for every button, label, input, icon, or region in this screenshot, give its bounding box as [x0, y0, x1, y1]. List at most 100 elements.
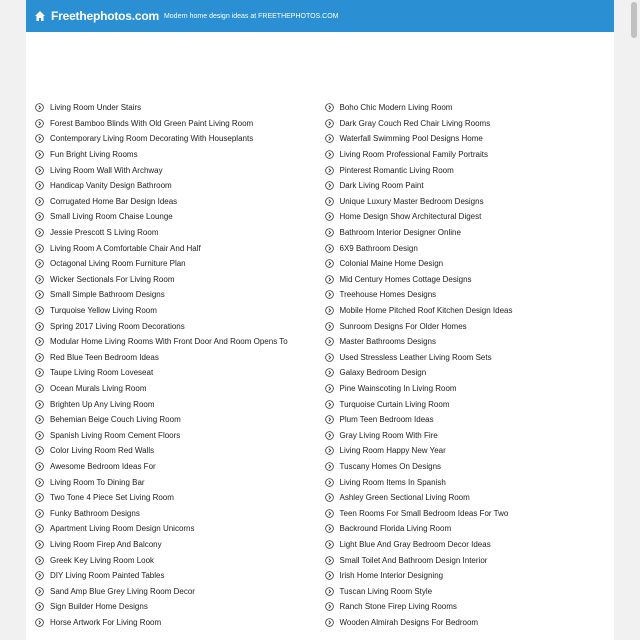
link-label[interactable]: Apartment Living Room Design Unicorns [50, 524, 195, 533]
link-label[interactable]: Corrugated Home Bar Design Ideas [50, 197, 177, 206]
link-item[interactable]: Dark Gray Couch Red Chair Living Rooms [324, 116, 615, 132]
link-label[interactable]: Pinterest Romantic Living Room [340, 166, 454, 175]
link-item[interactable]: Ranch Stone Firep Living Rooms [324, 599, 615, 615]
link-item[interactable]: Awesome Bedroom Ideas For [35, 459, 325, 475]
link-item[interactable]: Wicker Sectionals For Living Room [35, 272, 325, 288]
link-label[interactable]: Master Bathrooms Designs [340, 337, 436, 346]
link-label[interactable]: Handicap Vanity Design Bathroom [50, 181, 172, 190]
link-label[interactable]: Mid Century Homes Cottage Designs [340, 275, 472, 284]
link-label[interactable]: Ashley Green Sectional Living Room [340, 493, 470, 502]
link-label[interactable]: Sand Amp Blue Grey Living Room Decor [50, 587, 195, 596]
link-label[interactable]: Small Toilet And Bathroom Design Interio… [340, 556, 488, 565]
link-label[interactable]: Awesome Bedroom Ideas For [50, 462, 156, 471]
link-item[interactable]: Home Design Show Architectural Digest [324, 209, 615, 225]
link-item[interactable]: Mobile Home Pitched Roof Kitchen Design … [324, 303, 615, 319]
link-label[interactable]: Funky Bathroom Designs [50, 509, 140, 518]
link-item[interactable]: Living Room Firep And Balcony [35, 537, 325, 553]
link-label[interactable]: Fun Bright Living Rooms [50, 150, 138, 159]
link-item[interactable]: Ocean Murals Living Room [35, 381, 325, 397]
link-item[interactable]: Backround Florida Living Room [324, 521, 615, 537]
link-item[interactable]: Living Room Under Stairs [35, 100, 325, 116]
link-item[interactable]: Colonial Maine Home Design [324, 256, 615, 272]
link-label[interactable]: Color Living Room Red Walls [50, 446, 154, 455]
link-item[interactable]: Tuscany Homes On Designs [324, 459, 615, 475]
link-label[interactable]: Jessie Prescott S Living Room [50, 228, 159, 237]
link-item[interactable]: Living Room To Dining Bar [35, 474, 325, 490]
link-label[interactable]: Boho Chic Modern Living Room [340, 103, 453, 112]
link-label[interactable]: Sign Builder Home Designs [50, 602, 148, 611]
link-item[interactable]: Living Room Items In Spanish [324, 474, 615, 490]
link-item[interactable]: Small Simple Bathroom Designs [35, 287, 325, 303]
link-item[interactable]: Fun Bright Living Rooms [35, 147, 325, 163]
link-label[interactable]: Gray Living Room With Fire [340, 431, 438, 440]
link-label[interactable]: Treehouse Homes Designs [340, 290, 437, 299]
link-item[interactable]: Apartment Living Room Design Unicorns [35, 521, 325, 537]
link-label[interactable]: Greek Key Living Room Look [50, 556, 154, 565]
link-label[interactable]: Horse Artwork For Living Room [50, 618, 161, 627]
link-item[interactable]: Pine Wainscoting In Living Room [324, 381, 615, 397]
link-item[interactable]: Turquoise Yellow Living Room [35, 303, 325, 319]
link-item[interactable]: Two Tone 4 Piece Set Living Room [35, 490, 325, 506]
link-item[interactable]: DIY Living Room Painted Tables [35, 568, 325, 584]
link-item[interactable]: Turquoise Curtain Living Room [324, 396, 615, 412]
link-label[interactable]: Backround Florida Living Room [340, 524, 452, 533]
link-label[interactable]: Living Room Professional Family Portrait… [340, 150, 489, 159]
link-label[interactable]: Ocean Murals Living Room [50, 384, 146, 393]
link-label[interactable]: Brighten Up Any Living Room [50, 400, 155, 409]
link-item[interactable]: Color Living Room Red Walls [35, 443, 325, 459]
link-label[interactable]: Living Room A Comfortable Chair And Half [50, 244, 201, 253]
link-item[interactable]: Tuscan Living Room Style [324, 583, 615, 599]
link-item[interactable]: Living Room Happy New Year [324, 443, 615, 459]
link-item[interactable]: Red Blue Teen Bedroom Ideas [35, 350, 325, 366]
link-label[interactable]: Sunroom Designs For Older Homes [340, 322, 467, 331]
link-label[interactable]: Ranch Stone Firep Living Rooms [340, 602, 457, 611]
link-item[interactable]: Forest Bamboo Blinds With Old Green Pain… [35, 116, 325, 132]
link-label[interactable]: Small Simple Bathroom Designs [50, 290, 165, 299]
link-item[interactable]: Light Blue And Gray Bedroom Decor Ideas [324, 537, 615, 553]
link-label[interactable]: Unique Luxury Master Bedroom Designs [340, 197, 484, 206]
link-item[interactable]: Used Stressless Leather Living Room Sets [324, 350, 615, 366]
link-label[interactable]: Used Stressless Leather Living Room Sets [340, 353, 492, 362]
link-label[interactable]: Dark Living Room Paint [340, 181, 424, 190]
link-item[interactable]: Octagonal Living Room Furniture Plan [35, 256, 325, 272]
link-item[interactable]: Living Room A Comfortable Chair And Half [35, 240, 325, 256]
link-item[interactable]: Bathroom Interior Designer Online [324, 225, 615, 241]
link-item[interactable]: Mid Century Homes Cottage Designs [324, 272, 615, 288]
link-item[interactable]: Unique Luxury Master Bedroom Designs [324, 194, 615, 210]
link-item[interactable]: Teen Rooms For Small Bedroom Ideas For T… [324, 505, 615, 521]
link-label[interactable]: Living Room Items In Spanish [340, 478, 446, 487]
link-label[interactable]: Living Room Wall With Archway [50, 166, 163, 175]
link-item[interactable]: Master Bathrooms Designs [324, 334, 615, 350]
link-label[interactable]: Home Design Show Architectural Digest [340, 212, 482, 221]
link-item[interactable]: Treehouse Homes Designs [324, 287, 615, 303]
link-label[interactable]: Bathroom Interior Designer Online [340, 228, 461, 237]
link-item[interactable]: Wooden Almirah Designs For Bedroom [324, 615, 615, 631]
scrollbar[interactable] [628, 0, 640, 640]
link-label[interactable]: Wooden Almirah Designs For Bedroom [340, 618, 479, 627]
link-label[interactable]: Contemporary Living Room Decorating With… [50, 134, 253, 143]
link-item[interactable]: Gray Living Room With Fire [324, 427, 615, 443]
link-item[interactable]: Contemporary Living Room Decorating With… [35, 131, 325, 147]
link-item[interactable]: Ashley Green Sectional Living Room [324, 490, 615, 506]
site-name-link[interactable]: Freethephotos.com [51, 9, 159, 23]
link-label[interactable]: Pine Wainscoting In Living Room [340, 384, 457, 393]
link-item[interactable]: Living Room Wall With Archway [35, 162, 325, 178]
link-item[interactable]: Handicap Vanity Design Bathroom [35, 178, 325, 194]
link-label[interactable]: Living Room Under Stairs [50, 103, 141, 112]
link-item[interactable]: Galaxy Bedroom Design [324, 365, 615, 381]
link-item[interactable]: Taupe Living Room Loveseat [35, 365, 325, 381]
link-item[interactable]: Modular Home Living Rooms With Front Doo… [35, 334, 325, 350]
link-label[interactable]: Galaxy Bedroom Design [340, 368, 427, 377]
link-label[interactable]: Teen Rooms For Small Bedroom Ideas For T… [340, 509, 509, 518]
link-item[interactable]: Sign Builder Home Designs [35, 599, 325, 615]
link-label[interactable]: Taupe Living Room Loveseat [50, 368, 153, 377]
link-label[interactable]: Waterfall Swimming Pool Designs Home [340, 134, 483, 143]
link-label[interactable]: Red Blue Teen Bedroom Ideas [50, 353, 159, 362]
link-label[interactable]: Living Room Firep And Balcony [50, 540, 162, 549]
link-item[interactable]: Spring 2017 Living Room Decorations [35, 318, 325, 334]
link-item[interactable]: Horse Artwork For Living Room [35, 615, 325, 631]
link-label[interactable]: Octagonal Living Room Furniture Plan [50, 259, 186, 268]
link-item[interactable]: 6X9 Bathroom Design [324, 240, 615, 256]
link-item[interactable]: Small Living Room Chaise Lounge [35, 209, 325, 225]
link-label[interactable]: Tuscany Homes On Designs [340, 462, 442, 471]
